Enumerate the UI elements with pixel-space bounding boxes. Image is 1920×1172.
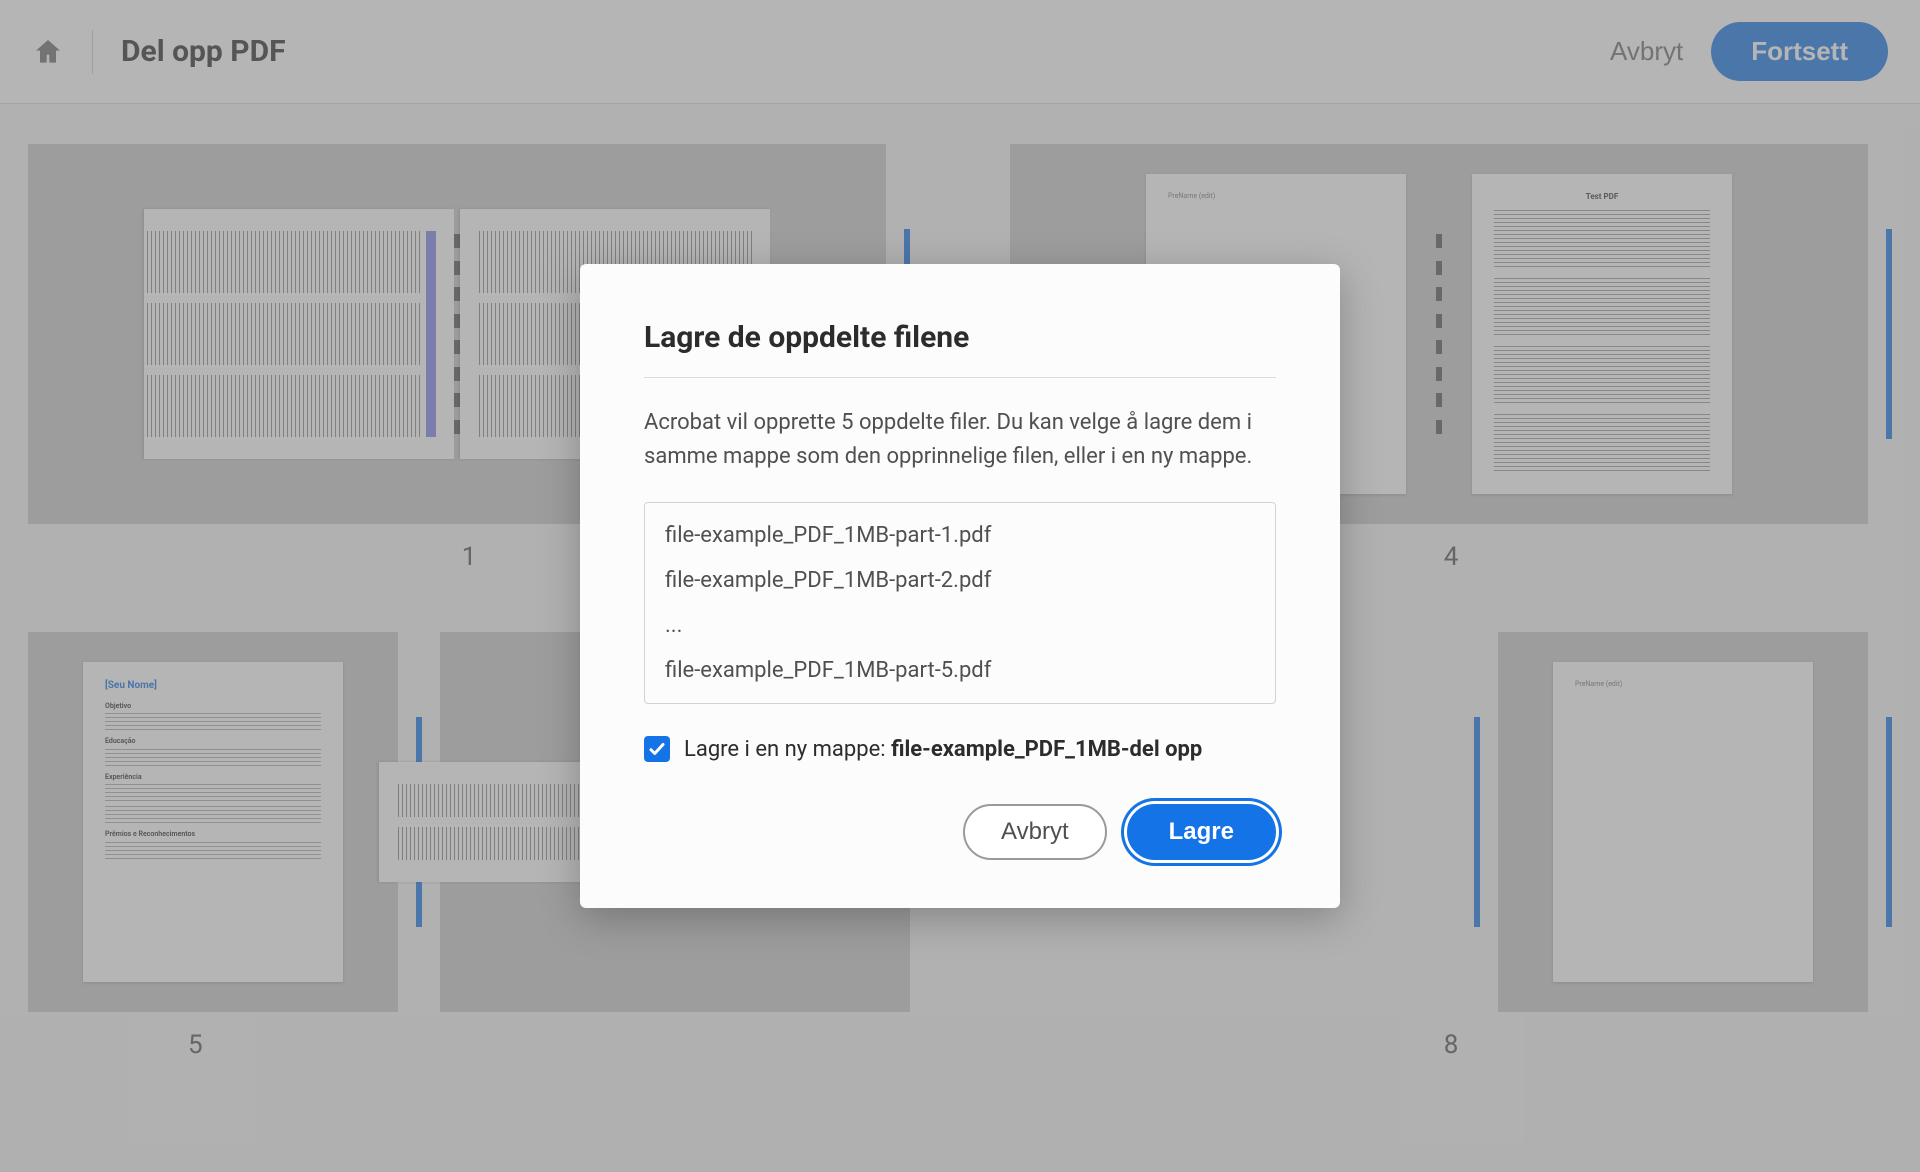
modal-description: Acrobat vil opprette 5 oppdelte filer. D… <box>644 406 1276 474</box>
save-new-folder-label: Lagre i en ny mappe: file-example_PDF_1M… <box>684 737 1202 762</box>
modal-save-button[interactable]: Lagre <box>1127 804 1276 860</box>
output-file-list: file-example_PDF_1MB-part-1.pdf file-exa… <box>644 502 1276 704</box>
save-split-modal: Lagre de oppdelte filene Acrobat vil opp… <box>580 264 1340 908</box>
output-file-item: file-example_PDF_1MB-part-5.pdf <box>665 648 1255 693</box>
save-new-folder-row[interactable]: Lagre i en ny mappe: file-example_PDF_1M… <box>644 736 1276 762</box>
checkmark-icon <box>648 740 666 758</box>
output-file-ellipsis: ... <box>665 603 1255 648</box>
modal-title: Lagre de oppdelte filene <box>644 320 1276 378</box>
modal-actions: Avbryt Lagre <box>644 804 1276 860</box>
output-file-item: file-example_PDF_1MB-part-1.pdf <box>665 513 1255 558</box>
modal-cancel-button[interactable]: Avbryt <box>963 804 1107 860</box>
modal-overlay: Lagre de oppdelte filene Acrobat vil opp… <box>0 0 1920 1172</box>
save-new-folder-checkbox[interactable] <box>644 736 670 762</box>
output-file-item: file-example_PDF_1MB-part-2.pdf <box>665 558 1255 603</box>
